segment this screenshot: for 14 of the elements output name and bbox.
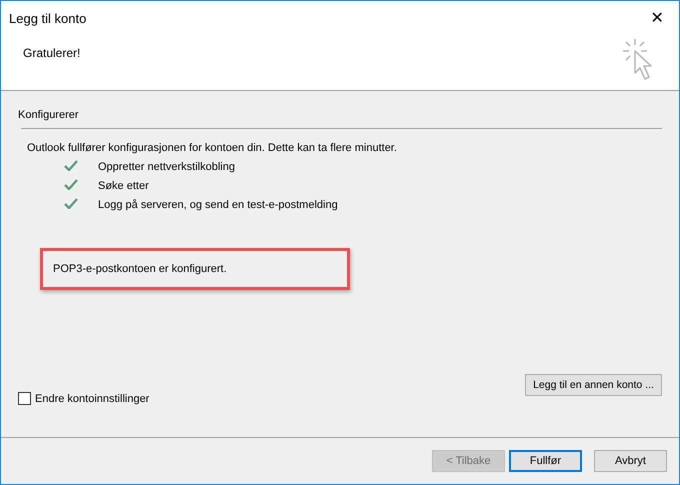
window-title: Legg til konto: [9, 10, 86, 26]
step-label: Søke etter: [98, 180, 149, 192]
checkbox[interactable]: [18, 392, 31, 405]
intro-text: Outlook fullfører konfigurasjonen for kontoen din. Dette kan ta flere minutter.: [27, 142, 398, 154]
dialog-button[interactable]: Avbryt: [594, 450, 667, 472]
dialog-button[interactable]: Fullfør: [509, 450, 582, 472]
checkbox-label: Endre kontoinnstillinger: [35, 392, 150, 404]
step-label: Logg på serveren, og send en test-e-postmelding: [98, 199, 338, 211]
step-label: Oppretter nettverkstilkobling: [98, 161, 235, 173]
section-title: Konfigurerer: [18, 109, 80, 121]
add-account-button[interactable]: Legg til en annen konto ...: [525, 374, 662, 396]
result-message: POP3-e-postkontoen er konfigurert.: [53, 263, 227, 275]
close-button[interactable]: ✕: [635, 2, 679, 34]
header-title: Gratulerer!: [23, 46, 80, 62]
